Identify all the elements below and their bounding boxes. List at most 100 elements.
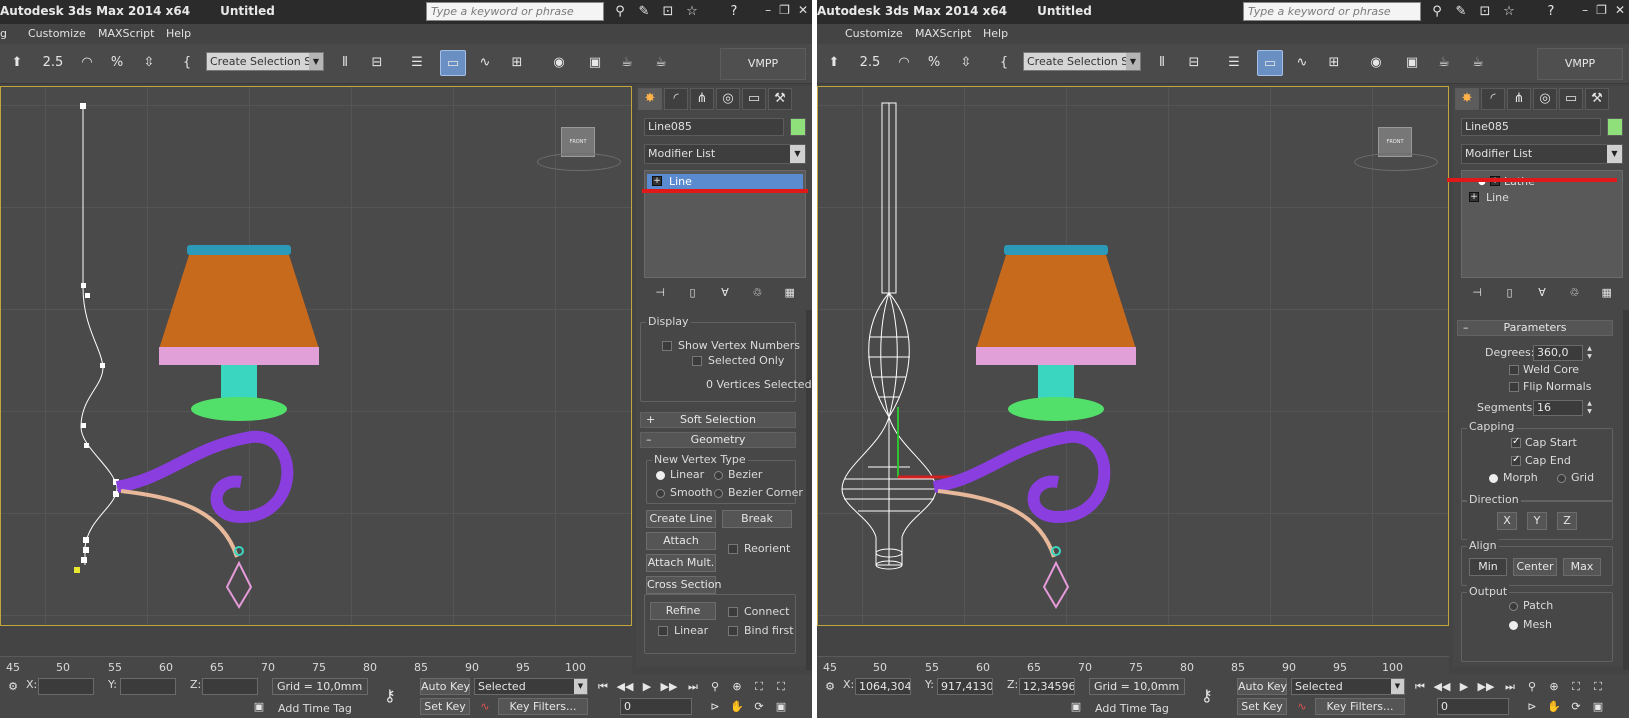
layer-manager-icon[interactable]: ☰ <box>1221 50 1247 76</box>
time-ruler[interactable]: 45 50 55 60 65 70 75 80 85 90 95 100 <box>817 656 1449 674</box>
rendered-frame-icon[interactable]: ☕ <box>614 50 640 76</box>
current-frame-field[interactable]: 0 <box>1437 698 1509 715</box>
scene-explorer-icon[interactable]: ▭ <box>440 50 466 76</box>
go-to-end-icon[interactable]: ⏭ <box>1501 678 1519 695</box>
direction-x-button[interactable]: X <box>1497 512 1517 530</box>
zoom-extents-icon[interactable]: ⛶ <box>1567 678 1585 695</box>
motion-tab-icon[interactable]: ◎ <box>1533 88 1557 110</box>
field-of-view-icon[interactable]: ⊳ <box>1523 698 1541 715</box>
object-name-field[interactable]: Line085 <box>644 118 784 136</box>
cap-end-checkbox[interactable] <box>1511 454 1521 466</box>
render-setup-icon[interactable]: ▣ <box>1399 50 1425 76</box>
degrees-spinner[interactable]: 360,0 <box>1533 345 1583 361</box>
create-line-button[interactable]: Create Line <box>646 510 716 528</box>
show-end-result-icon[interactable]: ▯ <box>1500 284 1520 302</box>
refine-button[interactable]: Refine <box>650 602 716 620</box>
add-time-tag-label[interactable]: Add Time Tag <box>1095 702 1169 715</box>
key-filters-button[interactable]: Key Filters... <box>1315 698 1405 715</box>
search-input[interactable]: Type a keyword or phrase <box>1243 2 1421 21</box>
make-unique-icon[interactable]: ∀ <box>1532 284 1552 302</box>
auto-key-button[interactable]: Auto Key <box>1237 678 1287 695</box>
utilities-tab-icon[interactable]: ⚒ <box>1585 88 1609 110</box>
modify-tab-icon[interactable]: ◜ <box>664 88 688 110</box>
add-time-tag-label[interactable]: Add Time Tag <box>278 702 352 715</box>
percent-snap-button[interactable]: % <box>104 50 130 76</box>
spinner-snap-icon[interactable]: ⇳ <box>136 50 162 76</box>
direction-z-button[interactable]: Z <box>1557 512 1577 530</box>
show-end-result-icon[interactable]: ▯ <box>683 284 703 302</box>
render-setup-icon[interactable]: ▣ <box>582 50 608 76</box>
parameters-rollout[interactable]: – Parameters <box>1457 320 1613 336</box>
material-editor-icon[interactable]: ◉ <box>1363 50 1389 76</box>
flip-normals-checkbox[interactable] <box>1509 382 1519 392</box>
connect-checkbox[interactable] <box>728 607 738 617</box>
align-min-button[interactable]: Min <box>1469 558 1507 576</box>
zoom-icon[interactable]: ⚲ <box>706 678 724 695</box>
geometry-rollout[interactable]: – Geometry <box>640 432 796 448</box>
pan-icon[interactable]: ✋ <box>1545 698 1563 715</box>
star-icon[interactable]: ☆ <box>1500 3 1518 21</box>
attach-button[interactable]: Attach <box>646 532 716 550</box>
modify-tab-icon[interactable]: ◜ <box>1481 88 1505 110</box>
field-of-view-icon[interactable]: ⊳ <box>706 698 724 715</box>
material-editor-icon[interactable]: ◉ <box>546 50 572 76</box>
menu-item-maxscript[interactable]: MAXScript <box>98 27 154 40</box>
modifier-list-dropdown[interactable]: Modifier List ▼ <box>1461 144 1623 164</box>
hierarchy-tab-icon[interactable]: ⋔ <box>690 88 714 110</box>
selection-lock-icon[interactable]: ⚙ <box>4 678 22 695</box>
current-frame-field[interactable]: 0 <box>620 698 692 715</box>
undo-icon[interactable]: ⬆ <box>4 50 30 76</box>
align-max-button[interactable]: Max <box>1563 558 1601 576</box>
wrench-icon[interactable]: ✎ <box>635 3 653 21</box>
object-name-field[interactable]: Line085 <box>1461 118 1601 136</box>
go-to-start-icon[interactable]: ⏮ <box>594 678 612 695</box>
make-unique-icon[interactable]: ∀ <box>715 284 735 302</box>
pin-stack-icon[interactable]: ⊣ <box>1467 284 1487 302</box>
weld-core-checkbox[interactable] <box>1509 365 1519 375</box>
segments-spinner[interactable]: 16 <box>1533 400 1583 416</box>
subscription-icon[interactable]: ⊡ <box>1476 3 1494 21</box>
zoom-extents-all-icon[interactable]: ⛶ <box>1589 678 1607 695</box>
front-viewport[interactable]: FRONT <box>817 86 1449 626</box>
close-icon[interactable]: ✕ <box>798 3 808 17</box>
soft-selection-rollout[interactable]: + Soft Selection <box>640 412 796 428</box>
segments-spinner-arrows[interactable]: ▲ ▼ <box>1585 400 1594 416</box>
restore-icon[interactable]: ❐ <box>1596 3 1607 17</box>
named-selection-dropdown[interactable]: Create Selection Se ▼ <box>1023 52 1141 71</box>
key-mode-dropdown[interactable]: Selected ▼ <box>1291 678 1405 695</box>
z-coordinate-field[interactable]: 12,34596m <box>1019 678 1075 695</box>
time-ruler[interactable]: 45 50 55 60 65 70 75 80 85 90 95 100 <box>0 656 632 674</box>
curve-editor-icon[interactable]: ∿ <box>472 50 498 76</box>
display-tab-icon[interactable]: ▭ <box>742 88 766 110</box>
curve-icon[interactable]: ∿ <box>1293 698 1311 715</box>
help-icon[interactable]: ? <box>725 3 743 21</box>
go-to-end-icon[interactable]: ⏭ <box>684 678 702 695</box>
angle-snap-button[interactable]: 2.5 <box>857 50 883 76</box>
curve-editor-icon[interactable]: ∿ <box>1289 50 1315 76</box>
star-icon[interactable]: ☆ <box>683 3 701 21</box>
object-color-swatch[interactable] <box>790 118 806 136</box>
linear-checkbox[interactable] <box>658 626 668 636</box>
selection-lock-icon[interactable]: ⚙ <box>821 678 839 695</box>
angle-snap-button[interactable]: 2.5 <box>40 50 66 76</box>
subscription-icon[interactable]: ⊡ <box>659 3 677 21</box>
render-teapot-icon[interactable]: ☕ <box>1465 50 1491 76</box>
menu-item-help[interactable]: Help <box>166 27 191 40</box>
play-icon[interactable]: ▶ <box>638 678 656 695</box>
selected-only-checkbox[interactable] <box>692 356 702 366</box>
configure-sets-icon[interactable]: ▦ <box>780 284 800 302</box>
menu-item-help[interactable]: Help <box>983 27 1008 40</box>
render-teapot-icon[interactable]: ☕ <box>648 50 674 76</box>
attach-mult-button[interactable]: Attach Mult. <box>646 554 716 572</box>
time-tag-icon[interactable]: ▣ <box>1067 698 1085 715</box>
motion-tab-icon[interactable]: ◎ <box>716 88 740 110</box>
show-vertex-numbers-checkbox[interactable] <box>662 341 672 351</box>
align-center-button[interactable]: Center <box>1513 558 1557 576</box>
bind-first-checkbox[interactable] <box>728 626 738 636</box>
key-filters-button[interactable]: Key Filters... <box>498 698 588 715</box>
angle-arc-icon[interactable]: ◠ <box>74 50 100 76</box>
configure-sets-icon[interactable]: ▦ <box>1597 284 1617 302</box>
display-tab-icon[interactable]: ▭ <box>1559 88 1583 110</box>
named-selection-dropdown[interactable]: Create Selection Se ▼ <box>206 52 324 71</box>
percent-snap-button[interactable]: % <box>921 50 947 76</box>
